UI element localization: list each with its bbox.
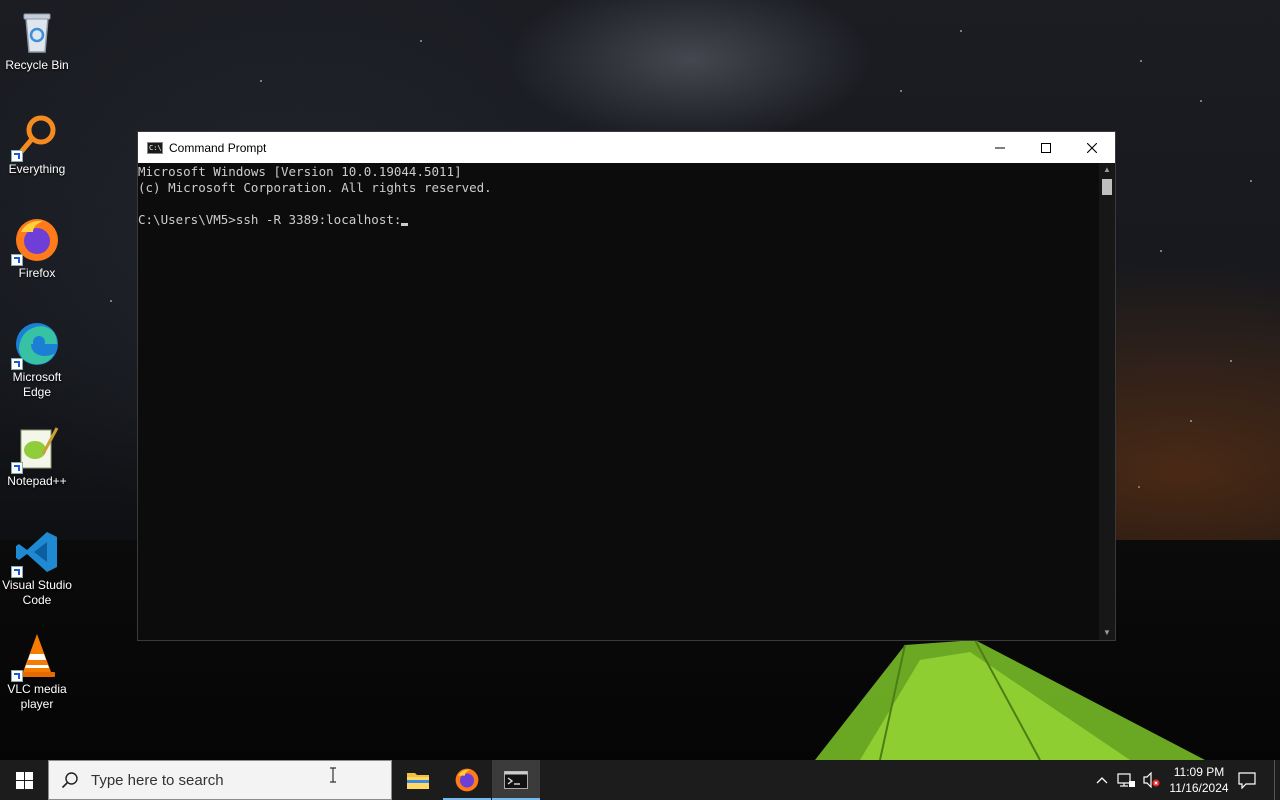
maximize-button[interactable] xyxy=(1023,132,1069,163)
star xyxy=(900,90,902,92)
desktop-icon-firefox[interactable]: Firefox xyxy=(0,216,74,281)
star xyxy=(960,30,962,32)
star xyxy=(1138,486,1140,488)
shortcut-arrow-icon xyxy=(11,150,23,162)
desktop-icon-everything[interactable]: Everything xyxy=(0,112,74,177)
recycle-bin-icon xyxy=(13,8,61,56)
desktop-icon-vscode[interactable]: Visual Studio Code xyxy=(0,528,74,608)
text-cursor xyxy=(401,223,409,226)
star xyxy=(420,40,422,42)
shortcut-arrow-icon xyxy=(11,462,23,474)
minimize-icon xyxy=(995,147,1005,148)
desktop-icon-label: Everything xyxy=(8,162,66,176)
firefox-icon xyxy=(455,768,479,792)
clock-time: 11:09 PM xyxy=(1173,765,1225,779)
close-button[interactable] xyxy=(1069,132,1115,163)
command-prompt-window[interactable]: C:\ Command Prompt Microsoft Windows [Ve… xyxy=(137,131,1116,641)
edge-icon xyxy=(11,320,61,370)
taskbar-file-explorer[interactable] xyxy=(394,760,442,800)
taskbar-firefox[interactable] xyxy=(443,760,491,800)
star xyxy=(1250,180,1252,182)
wallpaper-tent xyxy=(815,640,1205,760)
everything-search-icon xyxy=(11,112,61,162)
desktop-icon-notepad-plus-plus[interactable]: Notepad++ xyxy=(0,424,74,489)
maximize-icon xyxy=(1041,142,1051,153)
show-desktop-button[interactable] xyxy=(1274,760,1280,800)
desktop-icon-vlc[interactable]: VLC media player xyxy=(0,632,74,712)
desktop-icon-edge[interactable]: Microsoft Edge xyxy=(0,320,74,400)
file-explorer-icon xyxy=(407,773,429,789)
windows-logo-icon xyxy=(15,771,33,789)
desktop-icon-label: Visual Studio Code xyxy=(2,578,72,607)
star xyxy=(1160,250,1162,252)
chevron-up-icon xyxy=(1096,777,1108,784)
desktop-icon-recycle-bin[interactable]: Recycle Bin xyxy=(0,8,74,73)
shortcut-arrow-icon xyxy=(11,254,23,266)
star xyxy=(1190,420,1192,422)
window-titlebar[interactable]: C:\ Command Prompt xyxy=(138,132,1115,163)
search-input[interactable] xyxy=(89,770,353,790)
scroll-down-icon[interactable]: ▼ xyxy=(1099,626,1115,640)
volume-button[interactable] xyxy=(1139,760,1163,800)
show-hidden-icons-button[interactable] xyxy=(1092,760,1112,800)
console-line: (c) Microsoft Corporation. All rights re… xyxy=(138,180,492,195)
desktop-icon-label: Firefox xyxy=(18,266,56,280)
cmd-icon xyxy=(504,771,528,789)
console-command-text: C:\Users\VM5>ssh -R 3389:localhost: xyxy=(138,212,402,227)
taskbar-command-prompt[interactable] xyxy=(492,760,540,800)
notepad-plus-plus-icon xyxy=(11,424,61,474)
scrollbar-thumb[interactable] xyxy=(1102,179,1112,195)
console-output[interactable]: Microsoft Windows [Version 10.0.19044.50… xyxy=(138,163,1099,640)
vertical-scrollbar[interactable]: ▲ ▼ xyxy=(1099,163,1115,640)
desktop-icon-label: Notepad++ xyxy=(7,474,67,488)
network-icon xyxy=(1117,773,1135,787)
shortcut-arrow-icon xyxy=(11,566,23,578)
text-cursor-ibeam-icon xyxy=(330,767,336,783)
star xyxy=(260,80,262,82)
speaker-muted-icon xyxy=(1143,772,1160,788)
desktop-icon-label: VLC media player xyxy=(7,682,67,711)
vscode-icon xyxy=(11,528,61,578)
shortcut-arrow-icon xyxy=(11,670,23,682)
firefox-icon xyxy=(11,216,61,266)
star xyxy=(1140,60,1142,62)
action-center-button[interactable] xyxy=(1234,760,1260,800)
desktop-icon-label: Recycle Bin xyxy=(5,58,69,72)
network-status-button[interactable] xyxy=(1114,760,1138,800)
window-title: Command Prompt xyxy=(169,140,267,155)
system-clock[interactable]: 11:09 PM 11/16/2024 xyxy=(1164,764,1234,796)
star xyxy=(110,300,112,302)
cmd-icon: C:\ xyxy=(147,141,163,154)
search-icon xyxy=(61,772,78,789)
clock-date: 11/16/2024 xyxy=(1169,781,1229,795)
star xyxy=(1200,100,1202,102)
shortcut-arrow-icon xyxy=(11,358,23,370)
notification-icon xyxy=(1238,771,1256,789)
taskbar-search-box[interactable] xyxy=(48,760,392,800)
close-icon xyxy=(1087,142,1097,153)
star xyxy=(1230,360,1232,362)
desktop-icon-label: Microsoft Edge xyxy=(12,370,62,399)
minimize-button[interactable] xyxy=(977,132,1023,163)
console-prompt-line[interactable]: C:\Users\VM5>ssh -R 3389:localhost: xyxy=(138,212,1099,228)
vlc-icon xyxy=(11,632,61,682)
scroll-up-icon[interactable]: ▲ xyxy=(1099,163,1115,177)
console-line: Microsoft Windows [Version 10.0.19044.50… xyxy=(138,164,462,179)
start-button[interactable] xyxy=(0,760,48,800)
taskbar: 11:09 PM 11/16/2024 xyxy=(0,760,1280,800)
